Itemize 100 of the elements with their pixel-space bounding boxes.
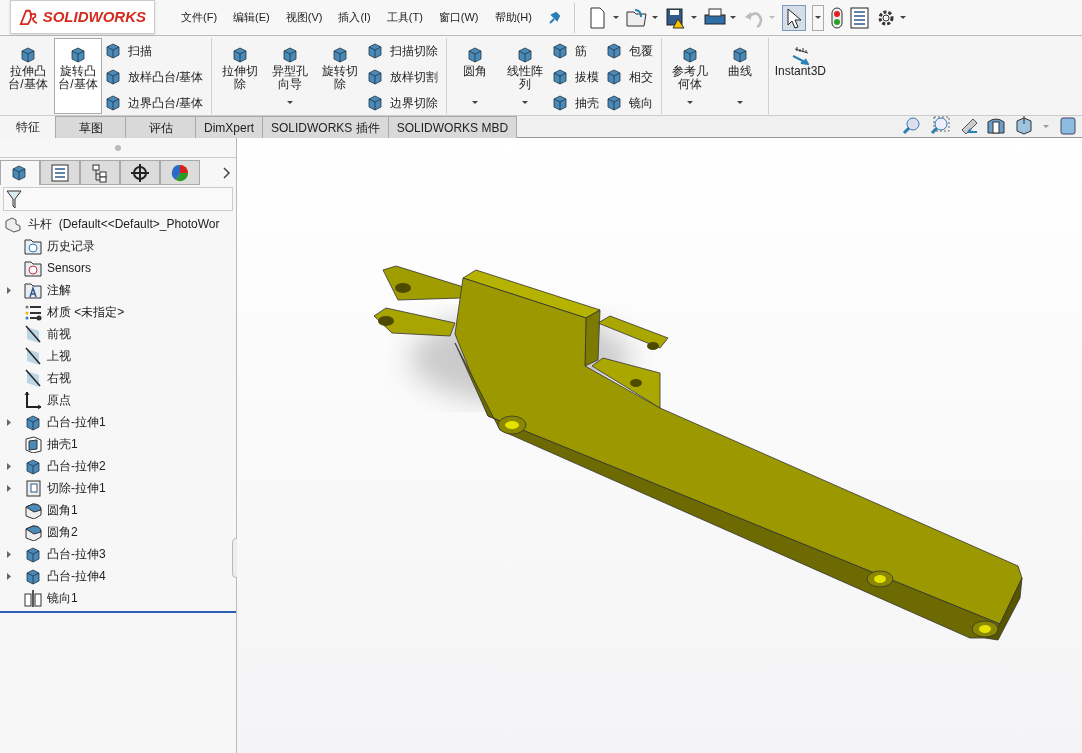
view-orientation-icon[interactable] — [1014, 116, 1034, 136]
ribbon-command-button[interactable]: 筋 — [551, 40, 600, 62]
display-style-icon[interactable] — [1058, 116, 1078, 136]
expand-arrow-icon[interactable] — [6, 285, 12, 295]
ribbon-command-button[interactable]: 抽壳 — [551, 92, 600, 114]
tree-item[interactable]: 原点 — [24, 391, 71, 409]
save-icon[interactable] — [664, 6, 687, 29]
tree-item[interactable]: 材质 <未指定> — [24, 303, 125, 321]
tree-item[interactable]: Sensors — [24, 259, 92, 277]
ribbon-command-button[interactable]: 曲线 — [716, 38, 765, 114]
tree-item[interactable]: 上视 — [24, 347, 71, 365]
tree-item[interactable]: 凸台-拉伸2 — [24, 457, 106, 475]
pointer-icon — [784, 6, 803, 29]
menu-item[interactable]: 工具(T) — [380, 7, 429, 28]
ribbon-tab[interactable]: SOLIDWORKS MBD — [388, 116, 518, 138]
caret-icon[interactable] — [813, 15, 822, 20]
zoom-to-fit-icon[interactable] — [902, 116, 922, 136]
ribbon-command-button[interactable]: 包覆 — [605, 40, 654, 62]
ribbon-command-button[interactable]: 参考几何体 — [666, 38, 715, 114]
ribbon-command-button[interactable]: 线性阵列 — [501, 38, 550, 114]
expand-arrow-icon[interactable] — [6, 483, 12, 493]
menu-item[interactable]: 插入(I) — [332, 7, 377, 28]
panel-tab[interactable] — [80, 160, 120, 185]
ribbon-command-button[interactable]: 拔模 — [551, 66, 600, 88]
mirror-icon — [24, 589, 42, 607]
ribbon-command-button[interactable]: 相交 — [605, 66, 654, 88]
ribbon-command-button[interactable]: 圆角 — [451, 38, 500, 114]
tree-item[interactable]: 凸台-拉伸3 — [24, 545, 106, 563]
traffic-light-icon[interactable] — [829, 6, 844, 29]
ribbon-tab[interactable]: 评估 — [126, 116, 196, 138]
menu-item[interactable]: 帮助(H) — [488, 7, 538, 28]
ribbon-command-button[interactable]: 扫描 — [104, 40, 204, 62]
filter-field[interactable] — [3, 187, 233, 211]
feature-icon — [104, 93, 122, 113]
tree-item[interactable]: 镜向1 — [24, 589, 78, 607]
menu-item[interactable]: 文件(F) — [175, 7, 224, 28]
tree-item[interactable]: 抽壳1 — [24, 435, 78, 453]
ribbon-command-button[interactable]: 拉伸切除 — [216, 38, 265, 114]
ribbon-command-button[interactable]: 异型孔向导 — [266, 38, 315, 114]
tree-item[interactable]: 圆角1 — [24, 501, 78, 519]
caret-icon[interactable] — [686, 100, 695, 105]
zoom-area-icon[interactable] — [930, 116, 950, 136]
ribbon-command-button[interactable]: 旋转切除 — [316, 38, 365, 114]
panel-tab[interactable] — [120, 160, 160, 185]
collapse-handle[interactable] — [115, 144, 121, 151]
ribbon-tab[interactable]: DimXpert — [196, 116, 263, 138]
expand-arrow-icon[interactable] — [6, 417, 12, 427]
app-logo: SOLIDWORKS — [10, 0, 155, 34]
caret-icon[interactable] — [471, 100, 480, 105]
caret-icon[interactable] — [689, 15, 698, 20]
ribbon-command-button[interactable]: 放样凸台/基体 — [104, 66, 204, 88]
ribbon-tab[interactable]: 草图 — [56, 116, 126, 138]
ribbon-command-button[interactable]: 扫描切除 — [366, 40, 439, 62]
expand-arrow-icon[interactable] — [6, 571, 12, 581]
tree-item[interactable]: 前视 — [24, 325, 71, 343]
ribbon-command-button[interactable]: 边界凸台/基体 — [104, 92, 204, 114]
tree-item[interactable]: 凸台-拉伸4 — [24, 567, 106, 585]
tree-item[interactable]: 凸台-拉伸1 — [24, 413, 106, 431]
chevron-right-icon[interactable] — [222, 166, 230, 179]
fillet-icon — [24, 501, 42, 519]
expand-arrow-icon[interactable] — [6, 461, 12, 471]
appearance-icon — [170, 162, 190, 183]
menu-item[interactable]: 编辑(E) — [227, 7, 276, 28]
ribbon-tab[interactable]: SOLIDWORKS 插件 — [263, 116, 389, 138]
feature-icon — [281, 45, 300, 65]
caret-icon[interactable] — [736, 100, 745, 105]
caret-icon[interactable] — [286, 100, 295, 105]
list-icon[interactable] — [849, 6, 870, 29]
caret-icon[interactable] — [521, 100, 530, 105]
ribbon-tab[interactable]: 特征 — [0, 116, 56, 138]
tree-item[interactable]: 斗杆 (Default<<Default>_PhotoWor — [0, 213, 236, 235]
ribbon-command-button[interactable]: 放样切割 — [366, 66, 439, 88]
select-pointer-button[interactable] — [781, 4, 806, 31]
ribbon-command-button[interactable]: 镜向 — [605, 92, 654, 114]
feature-icon — [104, 67, 122, 87]
tree-item[interactable]: 注解 — [24, 281, 71, 299]
feature-icon — [551, 93, 570, 113]
tree-item[interactable]: 右视 — [24, 369, 71, 387]
menu-item[interactable]: 窗口(W) — [432, 7, 485, 28]
annotation-folder-icon — [24, 281, 42, 299]
section-view-icon[interactable] — [986, 116, 1006, 136]
history-folder-icon — [24, 237, 42, 255]
caret-icon[interactable] — [650, 15, 659, 20]
configuration-icon — [90, 162, 110, 183]
caret-icon[interactable] — [898, 15, 907, 20]
expand-arrow-icon[interactable] — [6, 549, 12, 559]
tree-item[interactable]: 圆角2 — [24, 523, 78, 541]
menu-item[interactable]: 视图(V) — [279, 7, 329, 28]
shell-icon — [24, 435, 42, 453]
panel-tab[interactable] — [0, 160, 40, 185]
open-folder-icon[interactable] — [625, 6, 648, 29]
ribbon-command-button[interactable]: 拉伸凸台/基体 — [4, 38, 52, 114]
ribbon-command-button[interactable]: Instant3D — [773, 38, 828, 114]
plane-icon — [24, 325, 42, 343]
ribbon-command-button[interactable]: 边界切除 — [366, 92, 439, 114]
caret-icon[interactable] — [728, 15, 737, 20]
ribbon-command-button[interactable]: 旋转凸台/基体 — [54, 38, 102, 114]
caret-icon[interactable] — [611, 15, 620, 20]
tree-item[interactable]: 切除-拉伸1 — [24, 479, 106, 497]
tree-item[interactable]: 历史记录 — [24, 237, 95, 255]
